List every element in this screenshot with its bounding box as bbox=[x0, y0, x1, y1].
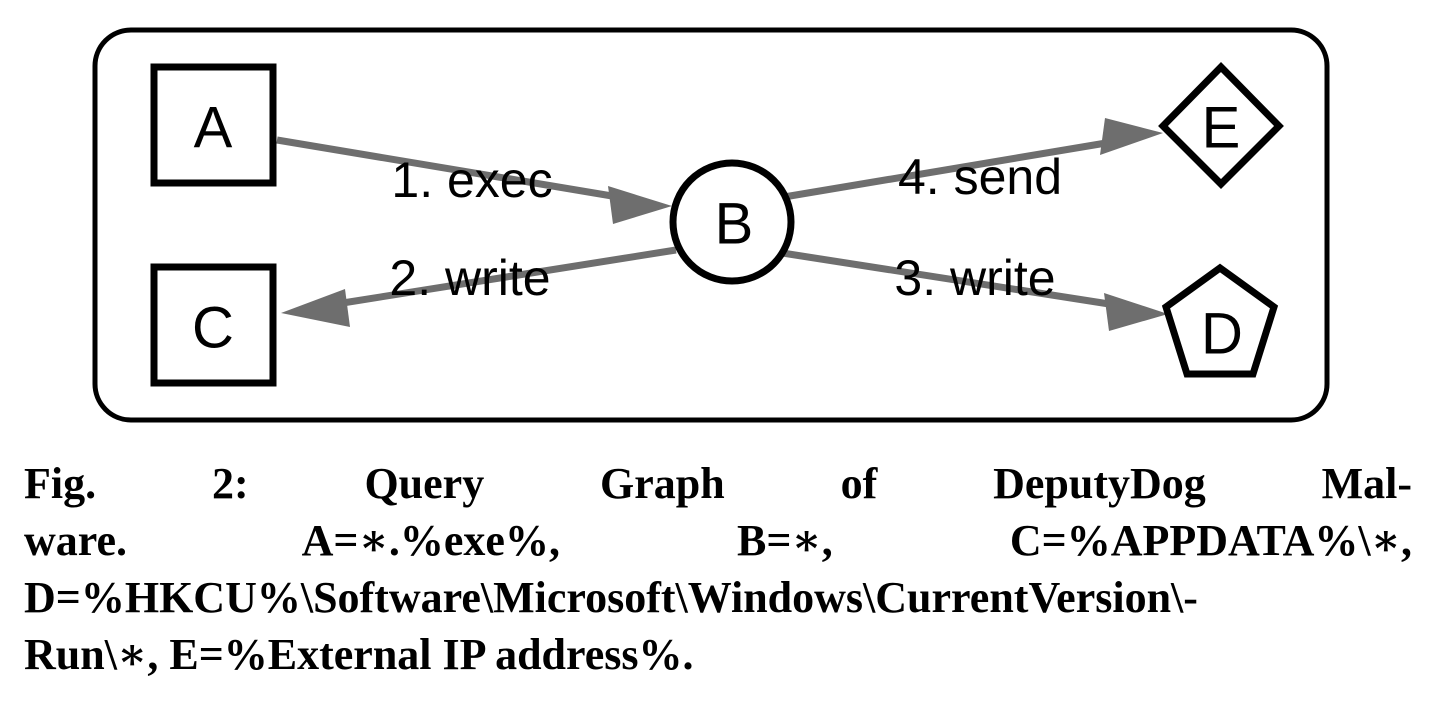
edge-b-to-c-arrowhead bbox=[281, 289, 350, 327]
caption-line-4: Run\∗, E=%External IP address%. bbox=[24, 630, 694, 679]
figure-2: A C B E D 1. exec 2. write 3. write 4. s… bbox=[0, 0, 1434, 724]
edge-label-3-write: 3. write bbox=[894, 250, 1055, 306]
node-b-label: B bbox=[715, 192, 754, 257]
node-b[interactable]: B bbox=[669, 159, 795, 285]
node-c-label: C bbox=[192, 296, 234, 361]
query-graph-diagram: A C B E D 1. exec 2. write 3. write 4. s… bbox=[0, 0, 1434, 440]
node-a-label: A bbox=[194, 96, 233, 161]
node-d[interactable]: D bbox=[1161, 263, 1279, 378]
node-e-label: E bbox=[1202, 96, 1241, 161]
figure-caption: Fig. 2: Query Graph of DeputyDog Mal- wa… bbox=[24, 455, 1412, 683]
node-e[interactable]: E bbox=[1158, 62, 1284, 189]
edge-a-to-b-arrowhead bbox=[608, 186, 672, 224]
edge-label-2-write: 2. write bbox=[389, 250, 550, 306]
node-c[interactable]: C bbox=[150, 263, 277, 387]
edge-label-1-exec: 1. exec bbox=[391, 152, 552, 208]
edge-b-to-d-arrowhead bbox=[1104, 293, 1168, 331]
caption-line-3: D=%HKCU%\Software\Microsoft\Windows\Curr… bbox=[24, 573, 1198, 622]
caption-line-1: Fig. 2: Query Graph of DeputyDog Mal- bbox=[24, 459, 1412, 508]
query-graph-svg: A C B E D 1. exec 2. write 3. write 4. s… bbox=[92, 27, 1330, 423]
node-a[interactable]: A bbox=[150, 63, 277, 187]
node-d-label: D bbox=[1201, 302, 1243, 367]
edge-label-4-send: 4. send bbox=[898, 149, 1062, 205]
caption-line-2: ware. A=∗.%exe%, B=∗, C=%APPDATA%\∗, bbox=[24, 516, 1412, 565]
edge-b-to-e-arrowhead bbox=[1100, 118, 1163, 155]
